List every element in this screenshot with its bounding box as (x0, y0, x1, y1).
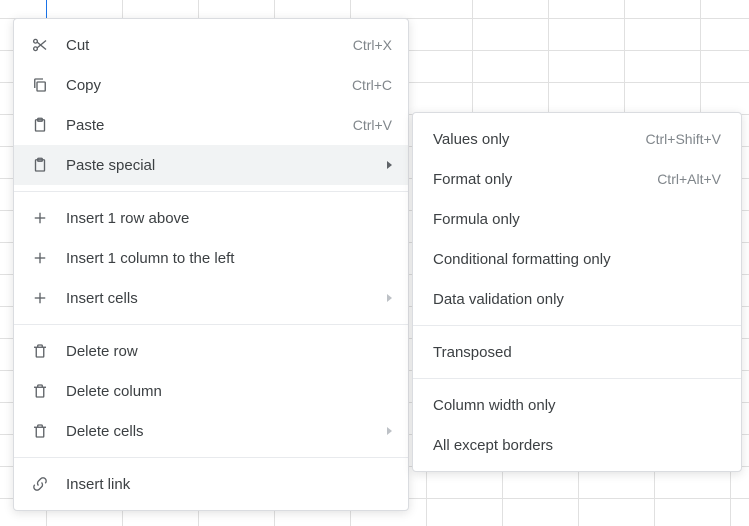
paste-special-submenu: Values only Ctrl+Shift+V Format only Ctr… (412, 112, 742, 472)
trash-icon (30, 381, 50, 401)
menu-item-delete-row[interactable]: Delete row (14, 331, 408, 371)
submenu-arrow-icon (387, 294, 392, 302)
menu-label: Copy (66, 77, 340, 94)
menu-separator (14, 191, 408, 192)
menu-label: Insert 1 column to the left (66, 250, 392, 267)
menu-separator (413, 378, 741, 379)
menu-separator (14, 324, 408, 325)
submenu-item-conditional-formatting[interactable]: Conditional formatting only (413, 239, 741, 279)
menu-label: Format only (433, 171, 645, 188)
clipboard-icon (30, 115, 50, 135)
menu-shortcut: Ctrl+C (352, 77, 392, 93)
menu-shortcut: Ctrl+Shift+V (646, 131, 721, 147)
menu-label: All except borders (433, 437, 721, 454)
menu-label: Data validation only (433, 291, 721, 308)
menu-label: Cut (66, 37, 341, 54)
menu-label: Paste (66, 117, 341, 134)
menu-label: Delete row (66, 343, 392, 360)
copy-icon (30, 75, 50, 95)
submenu-arrow-icon (387, 427, 392, 435)
menu-label: Formula only (433, 211, 721, 228)
menu-label: Transposed (433, 344, 721, 361)
menu-label: Insert 1 row above (66, 210, 392, 227)
plus-icon (30, 208, 50, 228)
menu-label: Insert cells (66, 290, 375, 307)
menu-item-delete-column[interactable]: Delete column (14, 371, 408, 411)
menu-item-copy[interactable]: Copy Ctrl+C (14, 65, 408, 105)
submenu-arrow-icon (387, 161, 392, 169)
menu-item-paste[interactable]: Paste Ctrl+V (14, 105, 408, 145)
submenu-item-format-only[interactable]: Format only Ctrl+Alt+V (413, 159, 741, 199)
menu-item-insert-cells[interactable]: Insert cells (14, 278, 408, 318)
plus-icon (30, 248, 50, 268)
menu-item-insert-link[interactable]: Insert link (14, 464, 408, 504)
submenu-item-column-width[interactable]: Column width only (413, 385, 741, 425)
menu-item-insert-col-left[interactable]: Insert 1 column to the left (14, 238, 408, 278)
link-icon (30, 474, 50, 494)
scissors-icon (30, 35, 50, 55)
menu-label: Delete cells (66, 423, 375, 440)
submenu-item-all-except-borders[interactable]: All except borders (413, 425, 741, 465)
clipboard-icon (30, 155, 50, 175)
submenu-item-values-only[interactable]: Values only Ctrl+Shift+V (413, 119, 741, 159)
submenu-item-transposed[interactable]: Transposed (413, 332, 741, 372)
menu-label: Delete column (66, 383, 392, 400)
plus-icon (30, 288, 50, 308)
menu-label: Column width only (433, 397, 721, 414)
menu-item-cut[interactable]: Cut Ctrl+X (14, 25, 408, 65)
menu-shortcut: Ctrl+X (353, 37, 392, 53)
menu-item-insert-row-above[interactable]: Insert 1 row above (14, 198, 408, 238)
menu-label: Paste special (66, 157, 375, 174)
menu-shortcut: Ctrl+Alt+V (657, 171, 721, 187)
menu-shortcut: Ctrl+V (353, 117, 392, 133)
menu-label: Insert link (66, 476, 392, 493)
trash-icon (30, 341, 50, 361)
menu-label: Values only (433, 131, 634, 148)
submenu-item-data-validation[interactable]: Data validation only (413, 279, 741, 319)
context-menu: Cut Ctrl+X Copy Ctrl+C Paste Ctrl+V (13, 18, 409, 511)
menu-label: Conditional formatting only (433, 251, 721, 268)
menu-item-delete-cells[interactable]: Delete cells (14, 411, 408, 451)
trash-icon (30, 421, 50, 441)
menu-item-paste-special[interactable]: Paste special (14, 145, 408, 185)
menu-separator (413, 325, 741, 326)
menu-separator (14, 457, 408, 458)
submenu-item-formula-only[interactable]: Formula only (413, 199, 741, 239)
